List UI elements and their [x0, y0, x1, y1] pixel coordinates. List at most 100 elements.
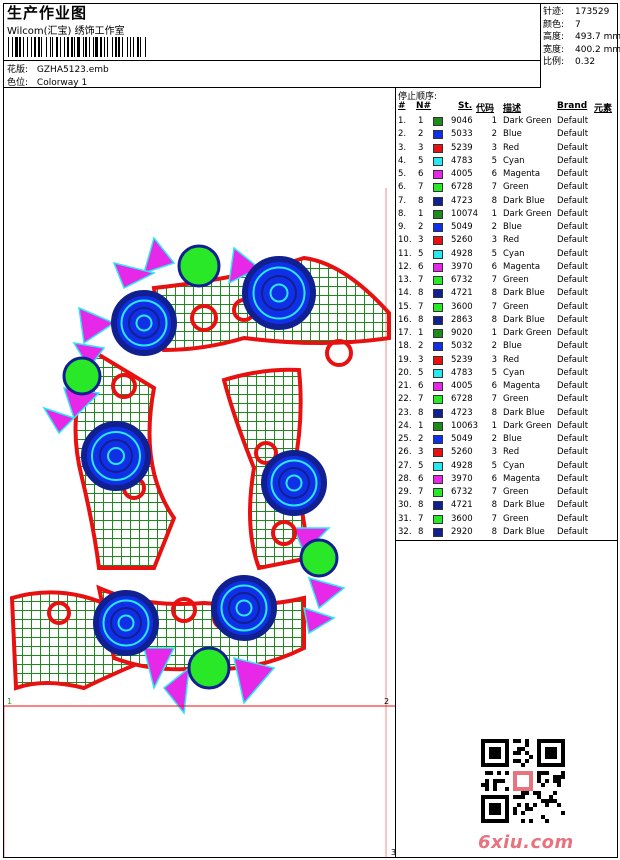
row-code: 2 [491, 129, 497, 140]
row-stitches: 6728 [451, 394, 473, 405]
color-swatch [433, 329, 443, 338]
row-num: 6. [398, 182, 407, 193]
row-needle: 5 [418, 248, 424, 259]
row-code: 7 [491, 513, 497, 524]
sequence-row: 26. 3 5260 3 Red Default [398, 446, 616, 459]
row-code: 2 [491, 341, 497, 352]
marker-2: 2 [384, 697, 390, 706]
row-brand: Default [557, 407, 589, 418]
color-swatch [433, 236, 443, 246]
row-stitches: 4005 [451, 169, 473, 179]
row-stitches: 4928 [451, 248, 473, 259]
color-swatch [433, 435, 443, 444]
row-needle: 5 [418, 155, 424, 166]
row-needle: 7 [418, 182, 424, 193]
row-stitches: 6732 [451, 275, 473, 285]
color-swatch [433, 209, 443, 219]
row-code: 7 [491, 394, 497, 405]
row-num: 16. [398, 314, 412, 325]
sequence-row: 16. 8 2863 8 Dark Blue Default [398, 314, 616, 327]
color-swatch [433, 395, 443, 405]
row-num: 30. [398, 500, 412, 511]
col-elem: 元素 [594, 104, 613, 114]
row-stitches: 4723 [451, 195, 473, 206]
stat-value: 0.32 [575, 57, 596, 67]
row-brand: Default [557, 301, 589, 312]
row-num: 15. [398, 301, 412, 312]
sequence-row: 15. 7 3600 7 Green Default [398, 301, 616, 314]
row-desc: Cyan [503, 155, 525, 166]
stat-label: 颜色: [543, 19, 565, 30]
row-stitches: 4005 [451, 381, 473, 391]
stat-row: 高度: 493.7 mm [543, 31, 620, 44]
row-num: 20. [398, 367, 412, 378]
row-desc: Dark Blue [503, 314, 545, 325]
row-brand: Default [557, 169, 589, 179]
row-desc: Dark Blue [503, 195, 545, 206]
row-stitches: 2863 [451, 314, 473, 325]
stat-row: 宽度: 400.2 mm [543, 44, 620, 57]
row-stitches: 9046 [451, 116, 473, 126]
row-brand: Default [557, 155, 589, 166]
row-brand: Default [557, 195, 589, 206]
color-swatch [433, 355, 443, 365]
stats-panel: 针迹: 173529 颜色: 7 高度: 493.7 mm 宽度: 400.2 mm 比例: 0.… [543, 6, 620, 69]
stat-value: 400.2 mm [575, 44, 620, 55]
row-brand: Default [557, 142, 589, 153]
color-swatch [433, 223, 443, 232]
row-needle: 1 [418, 328, 424, 338]
sequence-row: 3. 3 5239 3 Red Default [398, 142, 616, 155]
row-needle: 1 [418, 420, 424, 431]
sequence-row: 1. 1 9046 1 Dark Green Default [398, 115, 616, 128]
row-code: 5 [491, 367, 497, 378]
row-stitches: 5032 [451, 341, 473, 352]
row-code: 8 [491, 526, 497, 537]
row-brand: Default [557, 447, 589, 458]
sequence-row: 2. 2 5033 2 Blue Default [398, 128, 616, 141]
row-desc: Green [503, 513, 529, 524]
row-needle: 8 [418, 314, 424, 325]
row-stitches: 5033 [451, 129, 473, 140]
row-desc: Red [503, 235, 520, 246]
row-code: 6 [491, 381, 497, 391]
sequence-row: 11. 5 4928 5 Cyan Default [398, 248, 616, 261]
legend-bottom-divider [395, 540, 618, 541]
row-brand: Default [557, 129, 589, 140]
sequence-row: 17. 1 9020 1 Dark Green Default [398, 327, 616, 340]
row-desc: Magenta [503, 261, 541, 272]
sequence-row: 25. 2 5049 2 Blue Default [398, 433, 616, 446]
page-title: 生产作业图 [7, 4, 88, 22]
row-desc: Dark Blue [503, 500, 545, 511]
col-brand: Brand [557, 101, 588, 111]
marker-1: 1 [7, 697, 13, 706]
stat-label: 针迹: [543, 7, 565, 17]
row-needle: 6 [418, 381, 424, 391]
stat-value: 173529 [575, 7, 610, 17]
row-stitches: 3970 [451, 473, 473, 484]
design-label: 花版: [7, 65, 29, 75]
row-num: 10. [398, 235, 412, 246]
row-num: 31. [398, 513, 412, 524]
row-num: 29. [398, 487, 412, 497]
row-needle: 1 [418, 116, 424, 126]
row-num: 21. [398, 381, 412, 391]
row-needle: 6 [418, 169, 424, 179]
row-needle: 3 [418, 142, 424, 153]
row-desc: Dark Blue [503, 407, 545, 418]
row-needle: 7 [418, 513, 424, 524]
stats-divider [540, 3, 541, 88]
embroidery-preview [4, 188, 395, 858]
row-brand: Default [557, 354, 589, 365]
row-brand: Default [557, 381, 589, 391]
row-desc: Blue [503, 341, 522, 352]
row-code: 8 [491, 195, 497, 206]
row-desc: Green [503, 301, 529, 312]
row-num: 28. [398, 473, 412, 484]
color-swatch [433, 488, 443, 497]
row-needle: 7 [418, 275, 424, 285]
sequence-row: 29. 7 6732 7 Green Default [398, 486, 616, 499]
row-stitches: 3970 [451, 261, 473, 272]
row-desc: Cyan [503, 367, 525, 378]
row-num: 22. [398, 394, 412, 405]
row-num: 9. [398, 222, 407, 232]
